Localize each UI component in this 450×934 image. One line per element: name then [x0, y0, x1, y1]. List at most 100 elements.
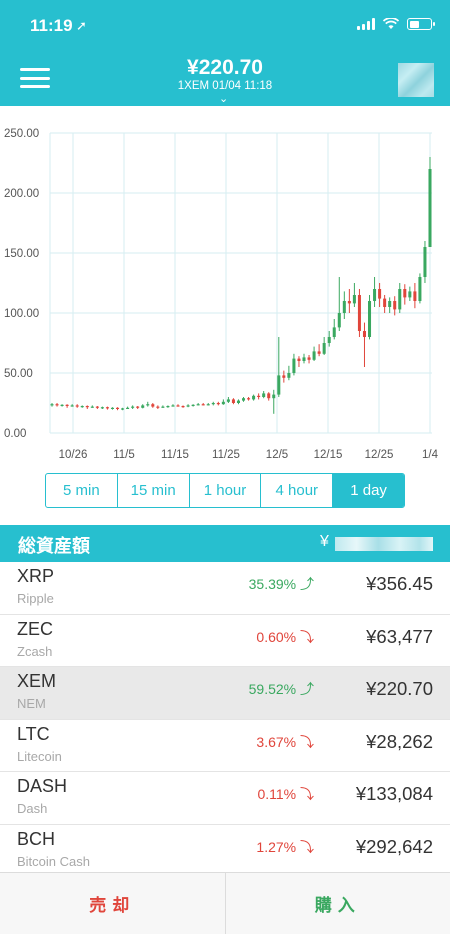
candle-body — [347, 301, 351, 304]
candle-body — [337, 313, 341, 328]
candle-body — [226, 399, 230, 402]
coin-row[interactable]: LTC Litecoin 3.67% ⤵ ¥28,262 — [0, 719, 450, 772]
candle-body — [186, 405, 190, 407]
x-tick-label: 1/4 — [422, 449, 439, 461]
timeframe-button[interactable]: 15 min — [118, 474, 190, 507]
candle-body — [383, 298, 387, 307]
coin-change-value: 0.11% — [257, 786, 297, 802]
candle-body — [136, 406, 140, 408]
coin-price: ¥220.70 — [366, 678, 433, 699]
coin-list: XRP Ripple 35.39% ⤴ ¥356.45 ZEC Zcash 0.60% ⤵ ¥… — [0, 562, 450, 877]
coin-change-value: 35.39% — [248, 576, 297, 592]
candle-body — [408, 291, 412, 298]
wifi-icon — [383, 18, 399, 29]
status-time: 11:19 — [30, 16, 73, 35]
coin-symbol: ZEC — [17, 618, 53, 639]
candle-body — [267, 393, 271, 399]
current-price[interactable]: ¥220.70 — [0, 56, 450, 80]
candle-body — [105, 407, 109, 409]
candle-body — [100, 407, 104, 409]
candle-body — [121, 408, 125, 410]
coin-change-value: 59.52% — [248, 681, 297, 697]
candle-body — [282, 375, 286, 378]
timeframe-button[interactable]: 4 hour — [261, 474, 334, 507]
candle-body — [428, 169, 432, 247]
coin-name: NEM — [17, 696, 46, 711]
candle-body — [242, 398, 246, 401]
total-assets-value-redacted — [335, 537, 433, 551]
candle-body — [352, 295, 356, 304]
candle-body — [322, 343, 326, 354]
candle-body — [388, 301, 392, 307]
x-tick-label: 10/26 — [59, 449, 88, 461]
candle-body — [110, 407, 114, 409]
candle-body — [292, 358, 296, 373]
candle-body — [221, 401, 225, 405]
candle-body — [247, 398, 251, 400]
candle-body — [141, 405, 145, 408]
timeframe-button[interactable]: 1 hour — [190, 474, 262, 507]
candle-body — [216, 403, 220, 405]
candle-body — [231, 399, 235, 403]
candle-body — [211, 403, 215, 405]
coin-change: 0.60% ⤵ — [256, 627, 314, 647]
candle-body — [176, 405, 180, 407]
price-subtitle[interactable]: 1XEM 01/04 11:18 — [0, 80, 450, 92]
chevron-down-icon[interactable]: ⌄ — [219, 92, 228, 105]
candle-body — [413, 291, 417, 301]
coin-row[interactable]: ZEC Zcash 0.60% ⤵ ¥63,477 — [0, 614, 450, 667]
coin-row[interactable]: DASH Dash 0.11% ⤵ ¥133,084 — [0, 772, 450, 825]
candle-body — [60, 404, 64, 406]
candle-body — [196, 404, 200, 406]
coin-row[interactable]: XRP Ripple 35.39% ⤴ ¥356.45 — [0, 562, 450, 615]
candle-body — [403, 289, 407, 298]
coin-change: 35.39% ⤴ — [249, 574, 314, 594]
candle-body — [201, 404, 205, 406]
x-tick-label: 12/15 — [314, 449, 343, 461]
candle-body — [357, 295, 361, 331]
timeframe-button[interactable]: 5 min — [46, 474, 118, 507]
candle-body — [362, 331, 366, 337]
coin-change-value: 0.60% — [256, 628, 297, 645]
candle-body — [272, 394, 276, 399]
coin-row[interactable]: BCH Bitcoin Cash 1.27% ⤵ ¥292,642 — [0, 824, 450, 877]
candle-body — [368, 301, 372, 337]
candle-body — [151, 404, 155, 407]
x-tick-label: 12/25 — [365, 449, 394, 461]
coin-name: Ripple — [17, 591, 54, 606]
price-chart[interactable]: 250.00 200.00 150.00 100.00 50.00 0.00 10/26 11… — [0, 106, 450, 470]
trend-down-icon: ⤵ — [296, 733, 314, 750]
candle-body — [236, 400, 240, 403]
coin-price: ¥356.45 — [366, 573, 433, 594]
coin-change-value: 1.27% — [256, 838, 297, 855]
trend-up-icon: ⤴ — [296, 681, 314, 697]
timeframe-selector: 5 min 15 min 1 hour 4 hour 1 day — [45, 473, 405, 508]
avatar[interactable] — [398, 63, 434, 97]
battery-icon — [407, 18, 435, 30]
candle-body — [156, 406, 160, 408]
candle-body — [191, 404, 195, 406]
coin-change: 0.11% ⤵ — [257, 784, 314, 804]
y-tick-label: 0.00 — [4, 428, 26, 440]
coin-name: Dash — [17, 801, 48, 816]
sell-button[interactable]: 売却 — [0, 873, 226, 934]
timeframe-button[interactable]: 1 day — [333, 474, 404, 507]
candle-body — [393, 301, 397, 310]
candle-body — [131, 406, 135, 408]
candle-body — [116, 407, 120, 409]
coin-row[interactable]: XEM NEM 59.52% ⤴ ¥220.70 — [0, 667, 450, 720]
y-tick-label: 150.00 — [4, 248, 39, 260]
trend-down-icon: ⤵ — [296, 628, 314, 645]
coin-change: 1.27% ⤵ — [256, 837, 314, 857]
total-assets-yen: ¥ — [320, 533, 329, 550]
coin-symbol: DASH — [17, 776, 68, 796]
coin-symbol: BCH — [17, 828, 56, 849]
buy-button[interactable]: 購入 — [226, 873, 450, 934]
candle-body — [55, 404, 59, 406]
coin-price: ¥28,262 — [366, 730, 433, 752]
candle-body — [85, 406, 89, 408]
candle-body — [398, 289, 402, 310]
x-tick-label: 11/25 — [212, 449, 240, 461]
coin-change-value: 3.67% — [256, 733, 297, 750]
candle-body — [257, 395, 261, 397]
